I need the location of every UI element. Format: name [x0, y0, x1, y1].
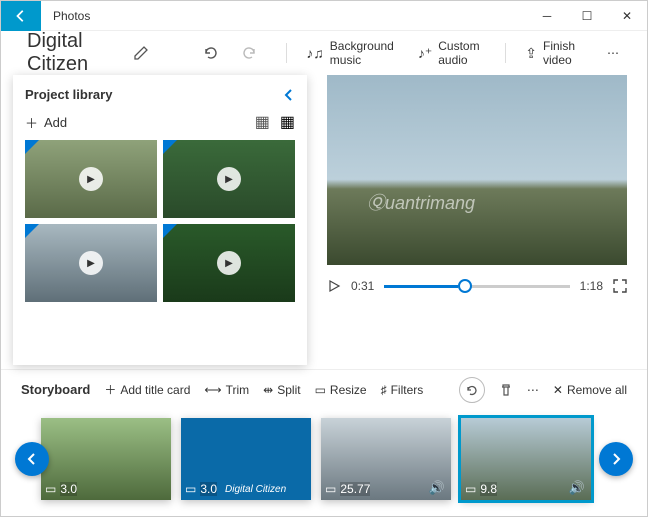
selected-corner-icon	[163, 140, 177, 154]
split-button[interactable]: ⇹Split	[263, 383, 300, 397]
clip-duration: 9.8	[480, 482, 497, 496]
add-title-card-button[interactable]: ＋Add title card	[104, 381, 190, 398]
clip-duration: 3.0	[200, 482, 217, 496]
seek-knob[interactable]	[458, 279, 472, 293]
video-icon: ▭	[465, 482, 476, 496]
selected-corner-icon	[25, 224, 39, 238]
storyboard-title: Storyboard	[21, 382, 90, 397]
rotate-button[interactable]	[459, 377, 485, 403]
divider	[286, 43, 287, 63]
undo-button[interactable]	[194, 41, 226, 65]
back-button[interactable]	[1, 1, 41, 31]
volume-icon[interactable]: 🔊	[429, 480, 445, 496]
filters-button[interactable]: ♯Filters	[381, 383, 424, 397]
library-thumbnail[interactable]: ▶	[25, 224, 157, 302]
library-thumbnail[interactable]: ▶	[163, 224, 295, 302]
redo-button[interactable]	[234, 41, 266, 65]
video-icon: ▭	[325, 482, 336, 496]
trim-button[interactable]: ⟷Trim	[204, 383, 249, 397]
plus-icon: ＋	[104, 381, 116, 398]
seek-slider[interactable]	[384, 285, 569, 288]
volume-icon[interactable]: 🔊	[569, 480, 585, 496]
add-media-button[interactable]: ＋Add	[25, 113, 67, 132]
storyboard-clip[interactable]: ▭ 9.8 🔊	[461, 418, 591, 500]
project-library-panel: Project library ＋Add ▦ ▦ ▶ ▶ ▶ ▶	[13, 75, 307, 365]
storyboard-clip[interactable]: ▭ 25.77 🔊	[321, 418, 451, 500]
play-overlay-icon: ▶	[79, 167, 103, 191]
play-button[interactable]	[327, 279, 341, 293]
more-clip-button[interactable]: ⋯	[527, 383, 539, 397]
play-overlay-icon: ▶	[217, 251, 241, 275]
export-icon: ⇪	[525, 45, 537, 62]
edit-title-button[interactable]	[133, 45, 149, 61]
filters-icon: ♯	[381, 383, 387, 397]
trim-icon: ⟷	[204, 383, 221, 397]
divider	[505, 43, 506, 63]
resize-icon: ▭	[315, 383, 326, 397]
custom-audio-button[interactable]: ♪⁺Custom audio	[410, 35, 493, 71]
storyboard-clip[interactable]: ▭ 3.0	[41, 418, 171, 500]
background-music-button[interactable]: ♪♫Background music	[298, 35, 402, 71]
maximize-button[interactable]: ☐	[567, 1, 607, 31]
play-overlay-icon: ▶	[217, 167, 241, 191]
clip-duration: 25.77	[340, 482, 370, 496]
grid-small-icon[interactable]: ▦	[255, 112, 270, 132]
image-icon: ▭	[185, 482, 196, 496]
current-time: 0:31	[351, 279, 374, 293]
video-preview[interactable]: Ⓠuantrimang	[327, 75, 627, 265]
total-time: 1:18	[580, 279, 603, 293]
collapse-library-button[interactable]	[283, 89, 295, 101]
fullscreen-button[interactable]	[613, 279, 627, 293]
delete-button[interactable]	[499, 383, 513, 397]
library-thumbnail[interactable]: ▶	[25, 140, 157, 218]
selected-corner-icon	[163, 224, 177, 238]
finish-video-button[interactable]: ⇪Finish video	[517, 35, 591, 71]
resize-button[interactable]: ▭Resize	[315, 383, 367, 397]
more-button[interactable]: ⋯	[599, 42, 627, 64]
watermark: Ⓠuantrimang	[367, 189, 475, 215]
project-title: Digital Citizen	[27, 30, 113, 76]
remove-all-button[interactable]: ✕Remove all	[553, 383, 627, 397]
scroll-left-button[interactable]	[15, 442, 49, 476]
scroll-right-button[interactable]	[599, 442, 633, 476]
clip-duration: 3.0	[60, 482, 77, 496]
app-title: Photos	[53, 9, 90, 23]
plus-icon: ＋	[25, 113, 38, 132]
play-overlay-icon: ▶	[79, 251, 103, 275]
close-button[interactable]: ✕	[607, 1, 647, 31]
split-icon: ⇹	[263, 383, 273, 397]
grid-large-icon[interactable]: ▦	[280, 112, 295, 132]
close-icon: ✕	[553, 383, 563, 397]
clip-caption: Digital Citizen	[225, 484, 286, 495]
storyboard-clip[interactable]: ▭ 3.0 Digital Citizen	[181, 418, 311, 500]
minimize-button[interactable]: ─	[527, 1, 567, 31]
audio-icon: ♪⁺	[418, 45, 432, 62]
library-title: Project library	[25, 87, 112, 102]
image-icon: ▭	[45, 482, 56, 496]
selected-corner-icon	[25, 140, 39, 154]
library-thumbnail[interactable]: ▶	[163, 140, 295, 218]
music-icon: ♪♫	[306, 45, 324, 61]
